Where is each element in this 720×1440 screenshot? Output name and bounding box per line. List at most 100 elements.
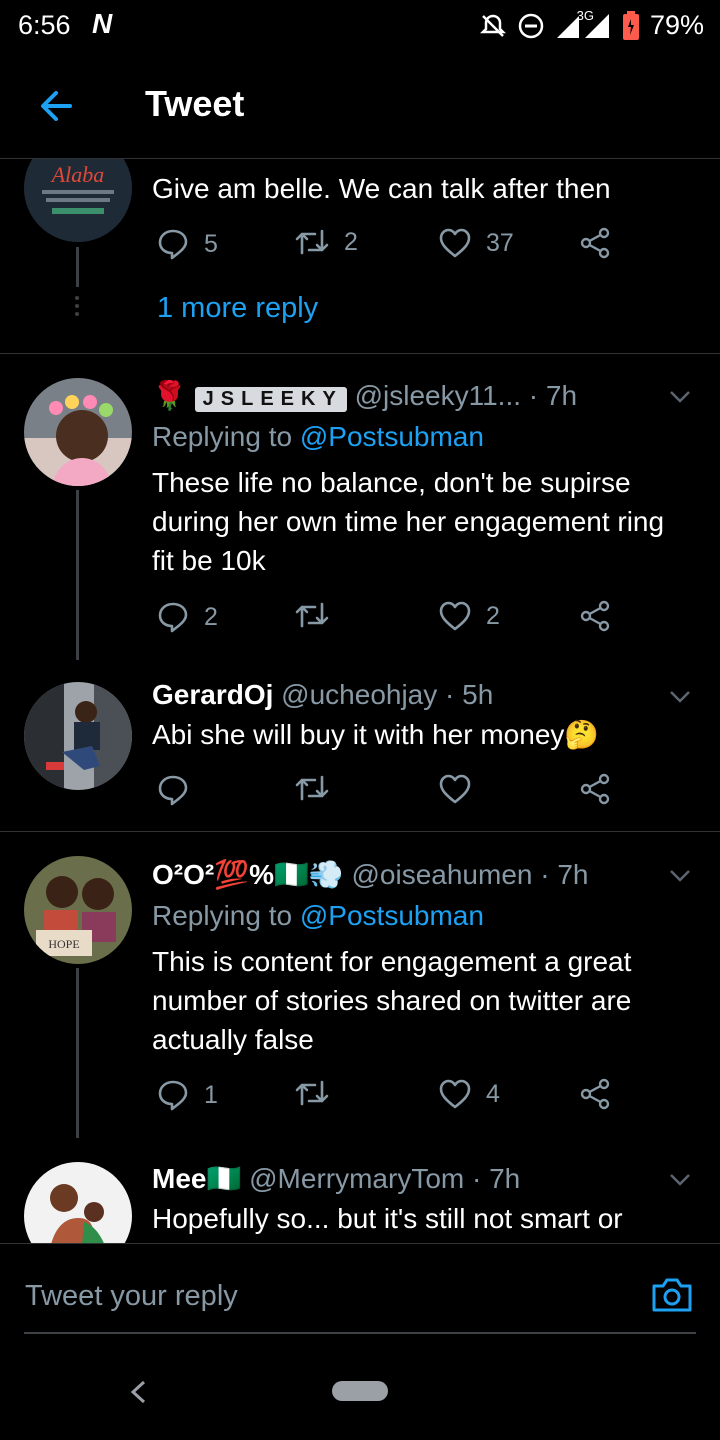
avatar[interactable] [24,378,132,486]
reply-composer: Tweet your reply [0,1243,720,1344]
page-title: Tweet [145,83,245,124]
share-icon [580,227,610,259]
retweet-icon [295,1080,329,1106]
share-button[interactable] [578,773,612,805]
chevron-down-icon[interactable] [668,863,692,887]
dnd-icon [518,13,543,38]
avatar[interactable] [24,1162,132,1243]
replying-to: Replying to @Postsubman [152,900,484,932]
tweet-text: Abi she will buy it with her money🤔 [152,719,600,750]
retweet-button[interactable] [294,1078,330,1108]
share-icon [580,773,610,805]
network-type: 3G [576,8,594,23]
tweet-list[interactable]: Alaba Give am belle. We can talk after t… [0,159,720,1243]
like-button[interactable] [438,773,472,805]
heart-icon [439,601,471,631]
retweet-count: 2 [344,227,358,256]
app-notification-icon: N [92,8,113,39]
replying-label: Replying to [152,421,293,452]
tweet-time: · 7h [540,859,589,890]
avatar[interactable]: HOPE [24,856,132,964]
thread-line [76,490,79,660]
reply-button[interactable] [156,773,190,807]
chevron-down-icon[interactable] [668,384,692,408]
back-arrow-icon[interactable] [36,86,76,126]
nav-back-icon[interactable] [128,1379,148,1405]
mention-link[interactable]: @Postsubman [300,421,484,452]
retweet-button[interactable]: 2 [294,227,358,257]
battery-icon [622,10,639,40]
tweet-meta: O²O²💯%🇳🇬💨 @oiseahumen · 7h [152,858,589,891]
reply-button[interactable]: 2 [156,600,218,634]
share-icon [580,1078,610,1110]
retweet-button[interactable] [294,773,330,803]
reply-icon [158,229,188,260]
tweet-meta: 🌹 JSLEEKY @jsleeky11... · 7h [152,379,577,412]
share-icon [580,600,610,632]
reply-icon [158,775,188,806]
thread-line [76,247,79,287]
tweet-actions: 1 4 [152,1078,632,1118]
tweet-actions: 5 2 37 [152,227,632,267]
user-handle[interactable]: @oiseahumen [351,859,532,890]
chevron-down-icon[interactable] [668,684,692,708]
tweet-text: This is content for engagement a great n… [152,946,632,1055]
share-button[interactable] [578,600,612,632]
like-button[interactable]: 4 [438,1078,500,1110]
heart-icon [439,1079,471,1109]
like-count: 4 [486,1079,500,1108]
chevron-down-icon[interactable] [668,1167,692,1191]
tweet-text: Hopefully so... but it's still not smart… [152,1203,623,1234]
display-name[interactable]: GerardOj [152,679,273,710]
mention-link[interactable]: @Postsubman [300,900,484,931]
divider [0,831,720,832]
more-replies-link[interactable]: 1 more reply [157,292,318,325]
thread-line [76,968,79,1138]
display-name[interactable]: JSLEEKY [194,387,347,412]
home-pill[interactable] [332,1381,388,1401]
heart-icon [439,228,471,258]
reply-button[interactable]: 1 [156,1078,218,1112]
avatar[interactable] [24,682,132,790]
reply-button[interactable]: 5 [156,227,218,261]
reply-count: 2 [204,602,218,631]
reply-input[interactable]: Tweet your reply [25,1280,238,1313]
tweet-time: · 5h [445,679,494,710]
user-handle[interactable]: @MerrymaryTom [249,1163,464,1194]
status-time: 6:56 [18,10,71,40]
tweet-meta: GerardOj @ucheohjay · 5h [152,679,493,711]
tweet-meta: Mee🇳🇬 @MerrymaryTom · 7h [152,1162,520,1195]
camera-icon[interactable] [650,1274,694,1314]
display-name[interactable]: O²O²💯%🇳🇬💨 [152,859,344,890]
display-name[interactable]: Mee🇳🇬 [152,1163,241,1194]
mute-icon [479,14,506,37]
rose-icon: 🌹 [152,380,187,411]
share-button[interactable] [578,227,612,259]
replying-to: Replying to @Postsubman [152,421,484,453]
battery-level: 79% [649,10,704,40]
thread-dots [73,292,81,320]
tweet-time: · 7h [528,380,578,411]
retweet-icon [295,602,329,628]
tweet-text: Give am belle. We can talk after then [152,173,611,204]
retweet-icon [295,229,329,255]
user-handle[interactable]: @ucheohjay [281,679,437,710]
tweet-time: · 7h [472,1163,521,1194]
like-button[interactable]: 37 [438,227,514,259]
svg-text:Alaba: Alaba [50,162,105,187]
reply-icon [158,602,188,633]
like-button[interactable]: 2 [438,600,500,632]
share-button[interactable] [578,1078,612,1110]
status-icons: 3G 79% [479,8,704,41]
replying-label: Replying to [152,900,293,931]
reply-icon [158,1080,188,1111]
retweet-button[interactable] [294,600,330,630]
heart-icon [439,774,471,804]
avatar[interactable]: Alaba [24,159,132,242]
reply-count: 5 [204,229,218,258]
like-count: 2 [486,601,500,630]
divider [0,353,720,354]
tweet-actions [152,773,632,813]
user-handle[interactable]: @jsleeky11... [355,380,521,411]
reply-count: 1 [204,1080,218,1109]
